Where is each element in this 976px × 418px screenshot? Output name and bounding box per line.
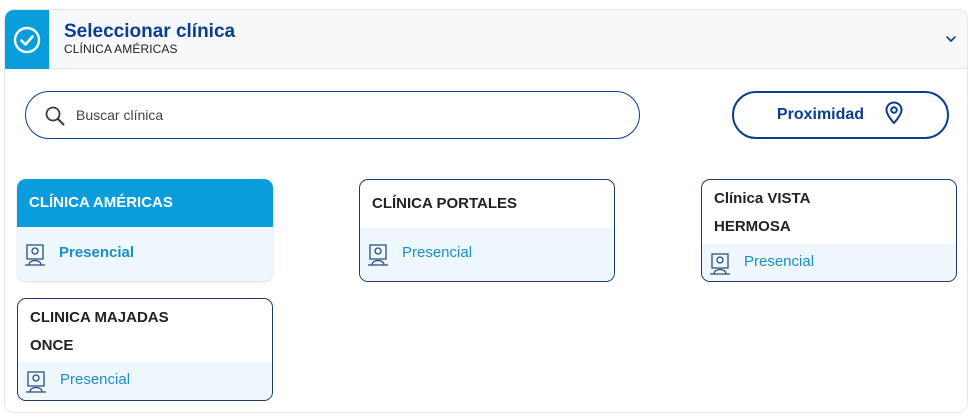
- clinic-name-line2: ONCE: [30, 337, 74, 354]
- search-icon: [44, 105, 66, 132]
- clinic-selector-panel: Seleccionar clínica CLÍNICA AMÉRICAS Pro…: [4, 9, 968, 413]
- in-person-icon: [366, 241, 390, 272]
- clinic-name: CLÍNICA PORTALES: [372, 195, 517, 212]
- clinic-name-line1: CLINICA MAJADAS: [30, 309, 169, 326]
- in-person-icon: [708, 250, 732, 281]
- clinic-mode-row: Presencial: [702, 244, 956, 281]
- clinic-name-line2: HERMOSA: [714, 218, 791, 235]
- proximity-label: Proximidad: [776, 106, 865, 123]
- in-person-icon: [23, 241, 47, 272]
- clinic-card-portales[interactable]: CLÍNICA PORTALES Presencial: [359, 179, 615, 282]
- clinic-mode-label: Presencial: [59, 244, 135, 261]
- clinic-selector-header[interactable]: Seleccionar clínica CLÍNICA AMÉRICAS: [5, 10, 967, 69]
- check-circle-icon: [5, 10, 49, 69]
- clinic-card-americas[interactable]: CLÍNICA AMÉRICAS Presencial: [17, 179, 273, 281]
- clinic-mode-row: Presencial: [18, 362, 272, 400]
- clinic-card-majadas-once[interactable]: CLINICA MAJADAS ONCE Presencial: [17, 298, 273, 401]
- clinic-name-line1: Clínica VISTA: [714, 190, 811, 207]
- search-field[interactable]: [25, 91, 640, 139]
- clinic-mode-row: Presencial: [17, 227, 273, 281]
- proximity-button[interactable]: Proximidad: [732, 91, 949, 139]
- clinic-name: CLÍNICA AMÉRICAS: [29, 194, 173, 211]
- page-title: Seleccionar clínica: [64, 21, 236, 42]
- clinic-card-vista-hermosa[interactable]: Clínica VISTA HERMOSA Presencial: [701, 179, 957, 282]
- location-pin-icon: [884, 101, 904, 130]
- clinic-mode-label: Presencial: [60, 371, 131, 388]
- selected-clinic-label: CLÍNICA AMÉRICAS: [64, 42, 178, 56]
- in-person-icon: [24, 368, 48, 399]
- search-input[interactable]: [76, 102, 616, 128]
- clinic-mode-row: Presencial: [360, 228, 614, 281]
- clinic-mode-label: Presencial: [744, 253, 815, 270]
- chevron-down-icon[interactable]: [945, 32, 957, 50]
- clinic-mode-label: Presencial: [402, 244, 473, 261]
